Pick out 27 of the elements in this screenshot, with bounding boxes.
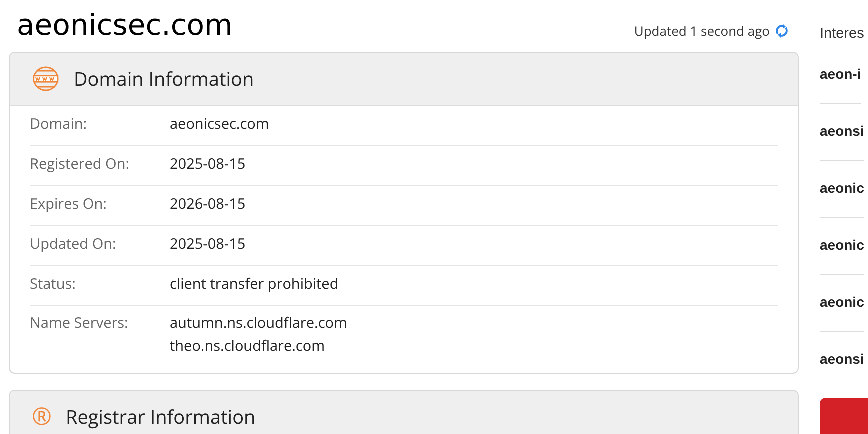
field-value: 2026-08-15 — [170, 195, 246, 215]
field-label: Registered On: — [30, 155, 131, 175]
field-value: 2025-08-15 — [170, 235, 246, 255]
domain-link[interactable]: aeonsi — [820, 332, 864, 388]
field-label: Name Servers: — [30, 314, 130, 335]
field-label: Expires On: — [30, 195, 108, 215]
www-globe-icon — [32, 66, 60, 92]
domain-link[interactable]: aeonsi — [820, 104, 864, 161]
field-value: aeonicsec.com — [170, 115, 270, 135]
field-value: autumn.ns.cloudflare.com — [170, 314, 348, 334]
field-label: Domain: — [30, 115, 88, 135]
domain-link[interactable]: aeonic — [820, 275, 864, 332]
field-value: theo.ns.cloudflare.com — [170, 337, 326, 357]
registered-icon: ® — [32, 405, 52, 429]
card-title: Domain Information — [74, 66, 254, 92]
field-label: Status: — [30, 275, 77, 295]
card-title: Registrar Information — [66, 404, 256, 430]
field-value: client transfer prohibited — [170, 275, 339, 295]
sidebar-heading: Interes — [820, 26, 864, 44]
field-value: 2025-08-15 — [170, 155, 246, 175]
refresh-icon[interactable] — [775, 23, 789, 39]
domain-link[interactable]: aeonic — [820, 161, 864, 218]
field-label: Updated On: — [30, 235, 118, 255]
updated-text: Updated 1 second ago — [634, 22, 770, 40]
domain-link[interactable]: aeonic — [820, 218, 864, 275]
domain-title: aeonicsec.com — [17, 8, 233, 42]
domain-link[interactable]: aeon-i — [820, 46, 862, 104]
